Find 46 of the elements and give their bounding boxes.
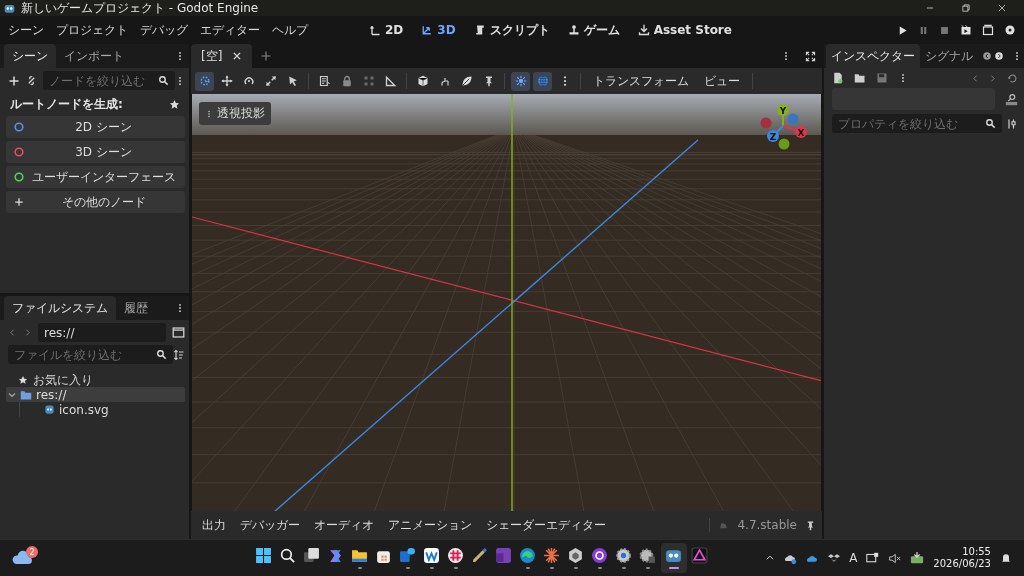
clock-date[interactable]: 2026/06/23 [933,558,991,570]
root-node-button[interactable]: その他のノード [6,191,185,213]
file-filter-field[interactable]: ファイルを絞り込む [8,345,173,364]
workspace-button[interactable]: Asset Store [636,19,733,41]
node-filter-field[interactable]: ノードを絞り込む [43,71,175,90]
menu-item[interactable]: プロジェクト [56,21,128,39]
menu-item[interactable]: デバッグ [140,21,188,39]
toolbar-menu[interactable]: トランスフォーム [587,72,695,90]
section-heading: ルートノードを生成: [10,96,123,113]
scene-tab[interactable]: [空] [191,44,253,68]
bottom-panel-tab[interactable]: オーディオ [309,516,379,534]
root-node-button[interactable]: ユーザーインターフェース [6,166,185,188]
tree-item[interactable]: res:// [6,387,185,402]
bottom-panel-tab[interactable]: シェーダーエディター [481,516,611,534]
clock-time[interactable]: 10:55 [962,546,991,558]
dock-tab[interactable]: インポート [56,44,132,68]
window-title: 新しいゲームプロジェクト - Godot Engine [21,0,259,17]
toolbar-menu[interactable]: ビュー [698,72,746,90]
root-node-button[interactable]: 3D シーン [6,141,185,163]
dock-tab[interactable]: 履歴 [116,296,156,320]
path-field[interactable]: res:// [38,323,166,342]
bottom-panel-tab[interactable]: 出力 [197,516,231,534]
axis-label: X [797,127,805,138]
bottom-panel-tab[interactable]: アニメーション [383,516,477,534]
root-node-button[interactable]: 2D シーン [6,116,185,138]
workspace-button[interactable]: 2D [368,19,405,41]
bottom-panel-tab[interactable]: デバッガー [235,516,305,534]
dock-tab[interactable]: シーン [4,44,56,68]
property-filter-field[interactable]: プロパティを絞り込む [832,114,1002,133]
axis-label: Z [769,131,777,142]
menu-item[interactable]: シーン [8,21,44,39]
axis-label: Y [779,105,787,116]
tree-item[interactable]: icon.svg [42,402,185,417]
version-label: 4.7.stable [737,518,797,532]
input-method-indicator[interactable]: A [849,551,858,565]
workspace-button[interactable]: 3D [420,19,457,41]
workspace-button[interactable]: スクリプト [472,19,551,41]
perspective-menu-button[interactable]: 透視投影 [199,102,271,125]
dock-tab[interactable]: ファイルシステム [4,296,116,320]
menu-item[interactable]: エディター [200,21,260,39]
dock-tab[interactable]: インスペクター [826,44,920,68]
menu-item[interactable]: ヘルプ [272,21,308,39]
workspace-button[interactable]: ゲーム [566,19,621,41]
notification-badge: 2 [26,546,38,558]
favorites-item[interactable]: お気に入り [33,371,93,389]
dock-tab[interactable]: シグナル [920,44,978,68]
